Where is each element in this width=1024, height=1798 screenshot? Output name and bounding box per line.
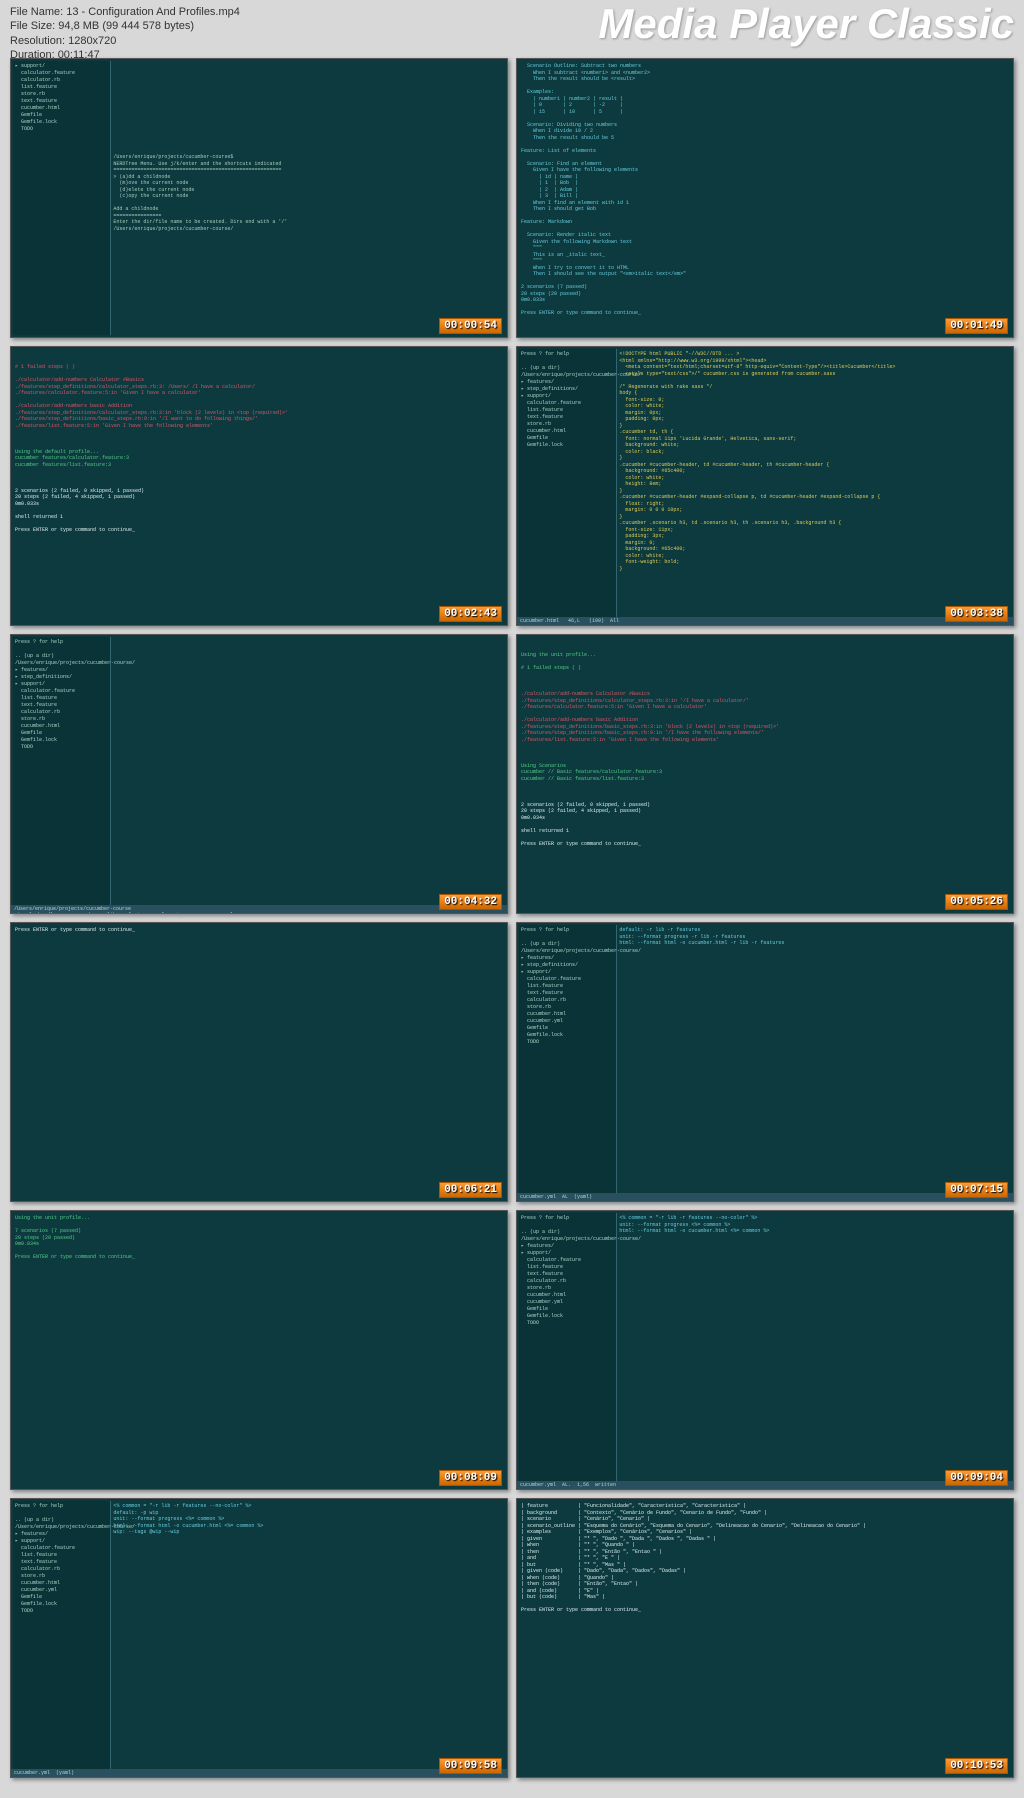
thumbnail-9[interactable]: Using the unit profile... 7 scenarios (7…	[10, 1210, 508, 1490]
error-output: # 1 failed steps ( ) ./calculator/add-nu…	[15, 364, 288, 429]
error-output: ./calculator/add-numbers Calculator #Bas…	[521, 685, 779, 744]
timestamp-badge: 00:09:58	[439, 1758, 502, 1774]
timestamp-badge: 00:10:53	[945, 1758, 1008, 1774]
timestamp-badge: 00:05:26	[945, 894, 1008, 910]
summary-output: 2 scenarios (2 failed, 0 skipped, 1 pass…	[15, 481, 288, 533]
html-content: <!DOCTYPE html PUBLIC "-//W3C//DTD ... >…	[617, 349, 1001, 623]
yaml-content: <% common = "-r lib -r features --no-col…	[111, 1501, 495, 1775]
thumbnail-5[interactable]: Press ? for help .. (up a dir) /Users/en…	[10, 634, 508, 914]
timestamp-badge: 00:07:15	[945, 1182, 1008, 1198]
thumbnail-2[interactable]: Scenario Outline: Subtract two numbers W…	[516, 58, 1014, 338]
status-bar: cucumber.html 46,L (100) All	[517, 617, 1013, 625]
timestamp-badge: 00:03:38	[945, 606, 1008, 622]
thumbnail-6[interactable]: Using the unit profile... # 1 failed ste…	[516, 634, 1014, 914]
yaml-content: <% common = "-r lib -r features --no-col…	[617, 1213, 1001, 1487]
main-content: Using the unit profile... 7 scenarios (7…	[13, 1213, 137, 1263]
app-title: Media Player Classic	[598, 0, 1014, 48]
main-content: /Users/enrique/projects/cucumber-course$…	[111, 61, 495, 335]
thumbnail-10[interactable]: Press ? for help .. (up a dir) /Users/en…	[516, 1210, 1014, 1490]
timestamp-badge: 00:02:43	[439, 606, 502, 622]
thumbnail-8[interactable]: Press ? for help .. (up a dir) /Users/en…	[516, 922, 1014, 1202]
yaml-content: default: -r lib -r features unit: --form…	[617, 925, 1001, 1199]
top-line: Using the unit profile... # 1 failed ste…	[521, 652, 779, 672]
thumbnail-11[interactable]: Press ? for help .. (up a dir) /Users/en…	[10, 1498, 508, 1778]
main-content: Press ENTER or type command to continue_	[13, 925, 137, 936]
thumbnail-3[interactable]: # 1 failed steps ( ) ./calculator/add-nu…	[10, 346, 508, 626]
header-bar: File Name: 13 - Configuration And Profil…	[0, 0, 1024, 55]
i18n-table: | feature | "Funcionalidade", "Caracterí…	[519, 1501, 868, 1616]
timestamp-badge: 00:08:09	[439, 1470, 502, 1486]
timestamp-badge: 00:01:49	[945, 318, 1008, 334]
sidebar-tree: Press ? for help .. (up a dir) /Users/en…	[519, 1213, 617, 1487]
status-bar: cucumber.yml AL. 1,56 written	[517, 1481, 1013, 1489]
sidebar-tree: Press ? for help .. (up a dir) /Users/en…	[519, 349, 617, 623]
main-content: Scenario Outline: Subtract two numbers W…	[519, 61, 688, 319]
sidebar-tree: Press ? for help .. (up a dir) /Users/en…	[13, 1501, 111, 1775]
thumbnail-7[interactable]: Press ENTER or type command to continue_…	[10, 922, 508, 1202]
sidebar-tree: Press ? for help .. (up a dir) /Users/en…	[519, 925, 617, 1199]
thumbnail-1[interactable]: ▸ support/ calculator.feature calculator…	[10, 58, 508, 338]
timestamp-badge: 00:09:04	[945, 1470, 1008, 1486]
sidebar-tree: ▸ support/ calculator.feature calculator…	[13, 61, 111, 335]
sidebar-tree: Press ? for help .. (up a dir) /Users/en…	[13, 637, 111, 911]
timestamp-badge: 00:00:54	[439, 318, 502, 334]
status-bar: cucumber.yml AL (yaml)	[517, 1193, 1013, 1201]
status-bar: cucumber.yml (yaml)	[11, 1769, 507, 1777]
profile-output: Using the default profile... cucumber fe…	[15, 442, 288, 468]
thumbnail-4[interactable]: Press ? for help .. (up a dir) /Users/en…	[516, 346, 1014, 626]
summary-output: 2 scenarios (2 failed, 0 skipped, 1 pass…	[521, 795, 779, 847]
thumbnail-12[interactable]: | feature | "Funcionalidade", "Caracterí…	[516, 1498, 1014, 1778]
profile-output: Using Scenarios cucumber // Basic featur…	[521, 756, 779, 782]
timestamp-badge: 00:06:21	[439, 1182, 502, 1198]
status-bar: /Users/enrique/projects/cucumber-course …	[11, 905, 507, 913]
timestamp-badge: 00:04:32	[439, 894, 502, 910]
thumbnail-grid: ▸ support/ calculator.feature calculator…	[10, 58, 1014, 1778]
main-content	[111, 637, 495, 911]
